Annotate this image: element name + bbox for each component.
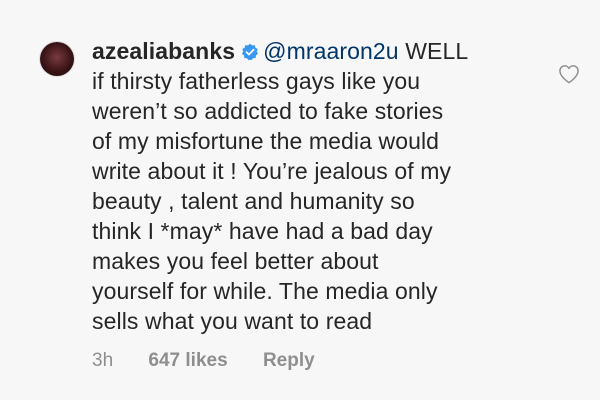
verified-badge-icon	[242, 43, 259, 61]
comment-text-line: WELL	[398, 38, 469, 64]
comment-text-line: write about it ! You’re jealous of my	[92, 158, 452, 184]
likes-count[interactable]: 647 likes	[148, 350, 227, 371]
comment-text-line: think I *may* have had a bad day	[92, 218, 433, 244]
comment-meta: 3h 647 likes Reply	[92, 350, 345, 372]
comment-text-line: makes you feel better about	[92, 248, 379, 274]
comment-text-line: weren’t so addicted to fake stories	[92, 98, 444, 124]
comment-text-line: sells what you want to read	[92, 308, 373, 334]
comment-text-line: yourself for while. The media only	[92, 278, 438, 304]
comment-text-line: if thirsty fatherless gays like you	[92, 68, 421, 94]
heart-outline-icon[interactable]	[558, 64, 580, 84]
avatar[interactable]	[40, 42, 74, 76]
comment-first-line: azealiabanks @mraaron2u WELL	[92, 36, 550, 66]
username[interactable]: azealiabanks	[92, 38, 235, 64]
comment: azealiabanks @mraaron2u WELL if thirsty f…	[0, 0, 600, 400]
reply-button[interactable]: Reply	[263, 350, 315, 371]
mention-link[interactable]: @mraaron2u	[263, 38, 399, 64]
comment-text-line: of my misfortune the media would	[92, 128, 440, 154]
comment-body: azealiabanks @mraaron2u WELL if thirsty f…	[92, 36, 550, 336]
timestamp: 3h	[92, 350, 114, 371]
comment-text-line: beauty , talent and humanity so	[92, 188, 415, 214]
